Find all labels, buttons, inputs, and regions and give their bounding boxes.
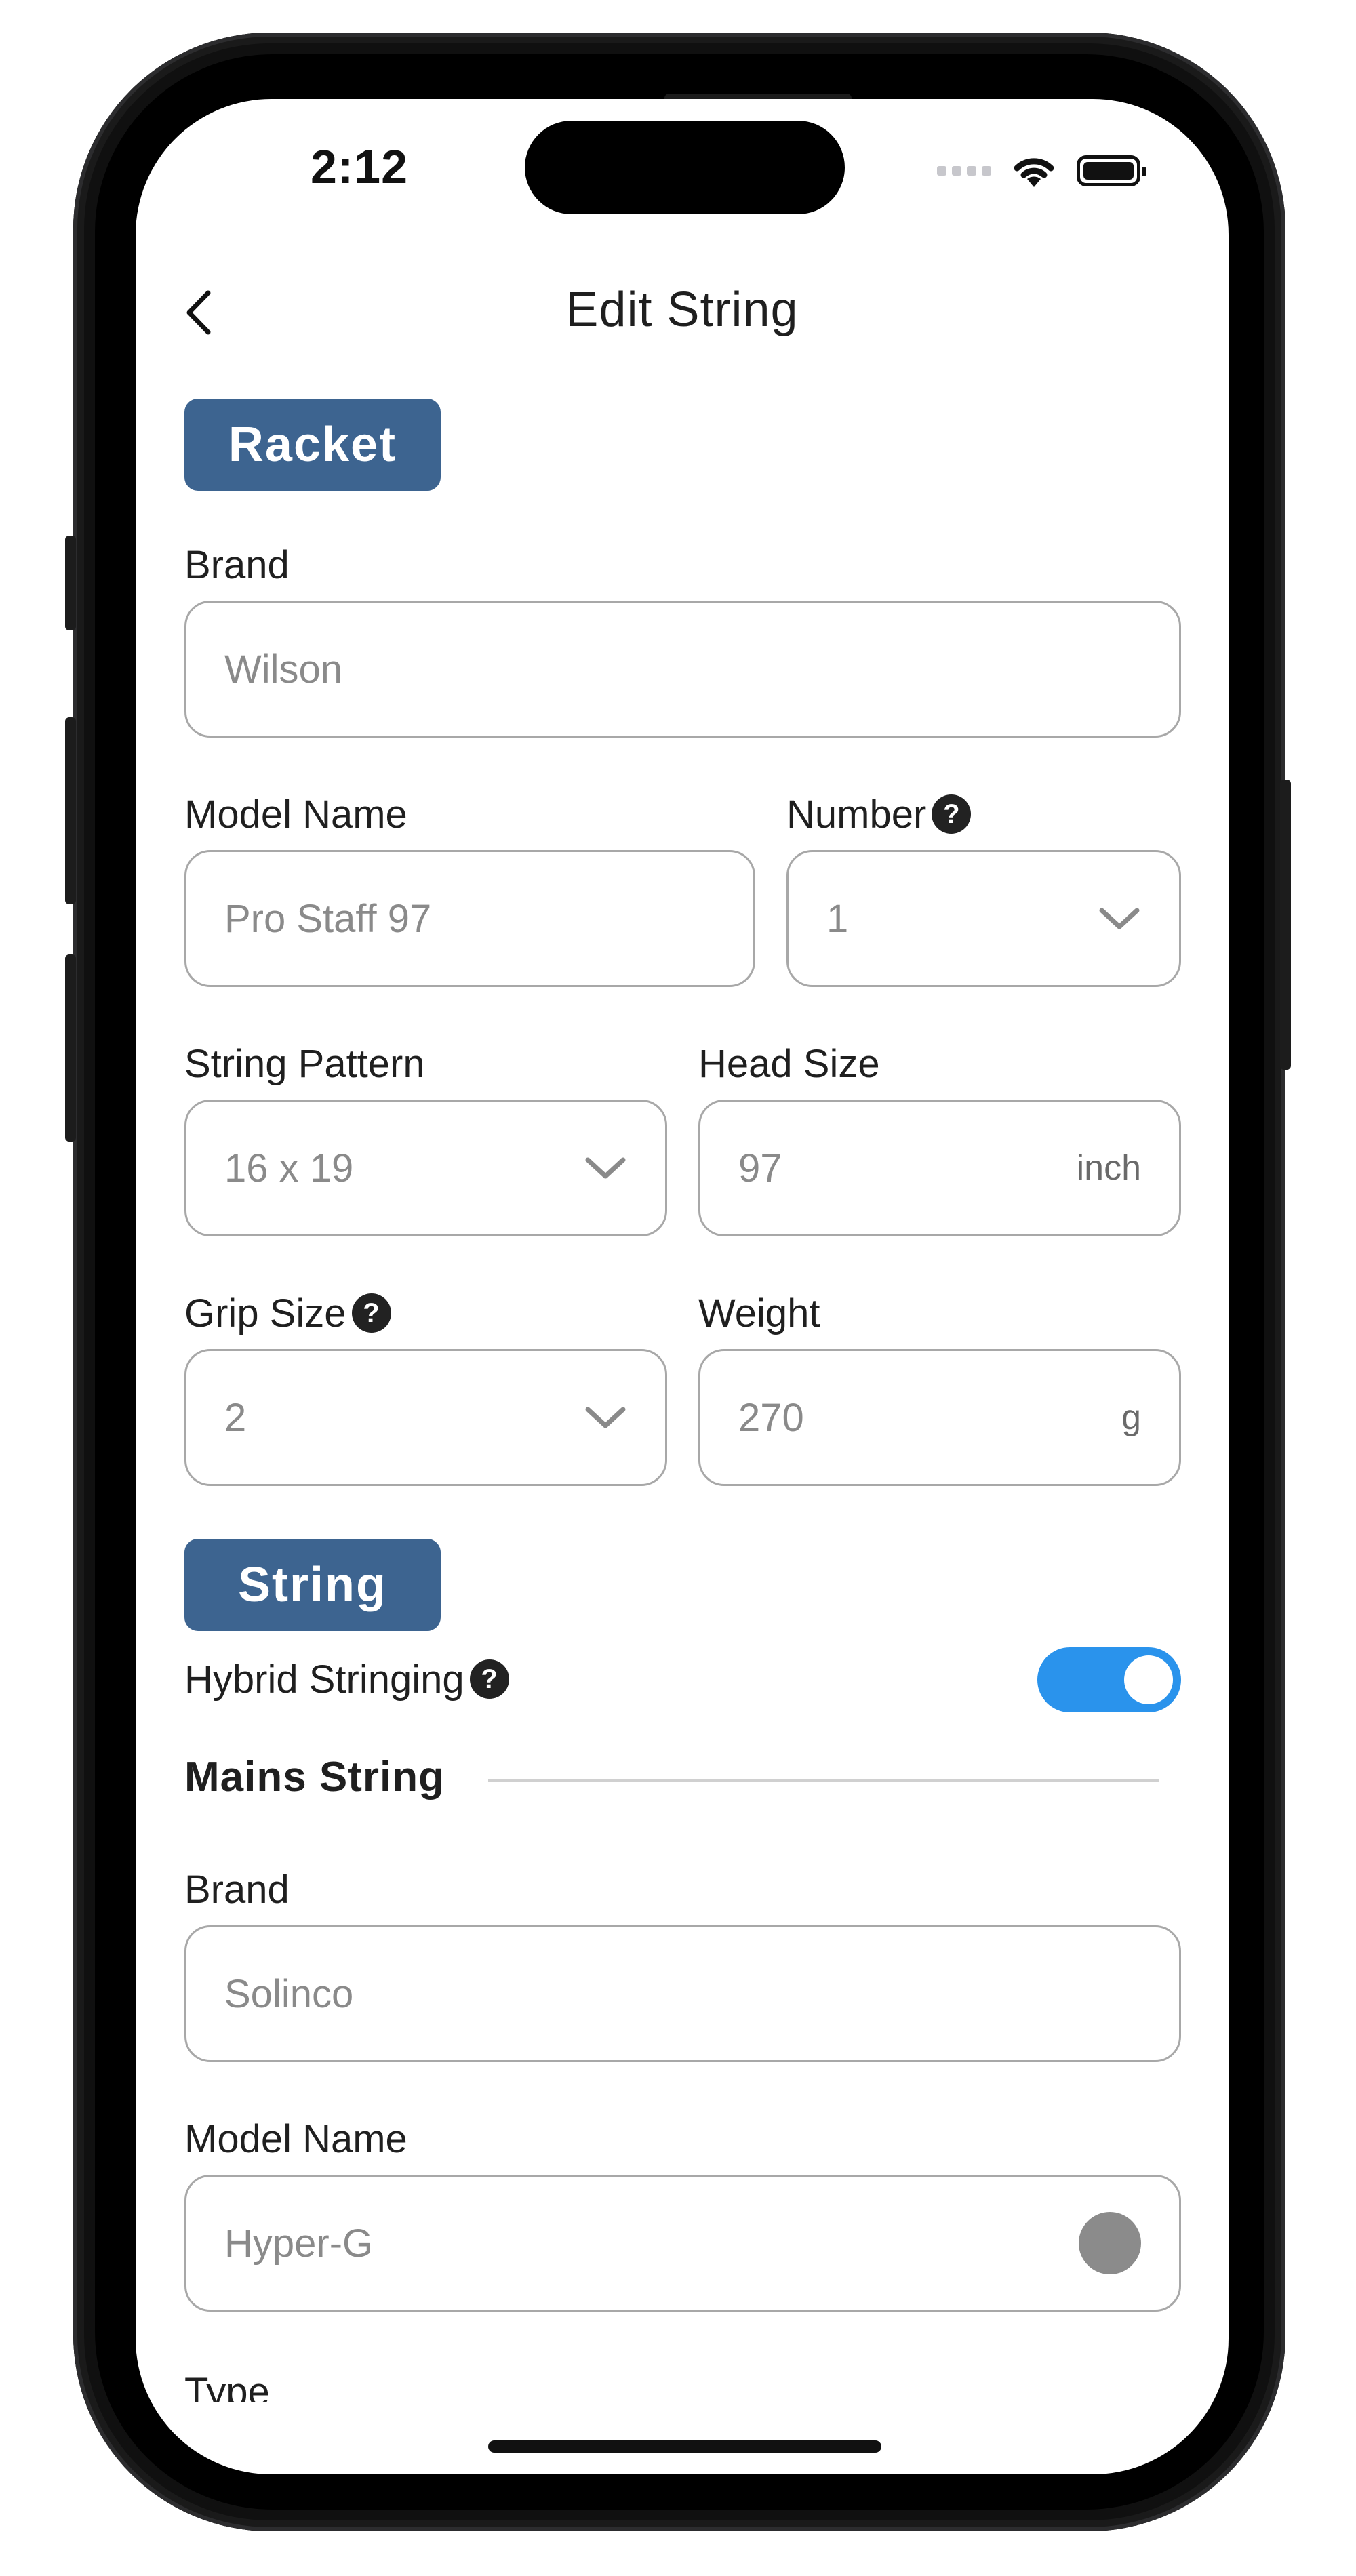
model-name-value: Pro Staff 97 [224,896,432,941]
number-value: 1 [826,896,849,941]
section-divider [488,1779,1159,1782]
grip-size-select[interactable]: 2 [184,1349,667,1486]
head-size-value: 97 [738,1146,782,1190]
number-label-text: Number [786,792,927,837]
mute-switch [65,536,76,630]
cellular-signal-icon [937,166,991,176]
hybrid-stringing-label: Hybrid Stringing ? [184,1654,509,1704]
string-pattern-label-text: String Pattern [184,1041,425,1086]
head-size-label: Head Size [698,1039,880,1089]
weight-value: 270 [738,1395,804,1440]
wifi-icon [1014,158,1054,187]
weight-unit: g [1121,1398,1141,1437]
racket-brand-label-text: Brand [184,542,290,587]
racket-brand-input[interactable]: Wilson [184,601,1181,738]
app-screen: 2:12 Edit String Racket Brand Wilson Mod… [136,99,1229,2474]
head-size-unit: inch [1076,1148,1141,1188]
model-name-input[interactable]: Pro Staff 97 [184,850,755,987]
racket-badge-label: Racket [184,399,441,491]
string-badge-label: String [184,1539,441,1631]
racket-brand-label: Brand [184,540,290,590]
string-pattern-value: 16 x 19 [224,1146,354,1190]
model-name-label: Model Name [184,789,407,839]
home-indicator[interactable] [488,2440,881,2453]
chevron-down-icon [585,1157,626,1179]
question-circle-icon[interactable]: ? [932,794,972,834]
weight-label: Weight [698,1288,820,1338]
head-size-input[interactable]: 97 inch [698,1100,1181,1236]
question-circle-icon[interactable]: ? [351,1293,391,1333]
string-brand-input[interactable]: Solinco [184,1925,1181,2062]
status-time: 2:12 [310,140,409,193]
racket-brand-value: Wilson [224,647,343,691]
string-brand-value: Solinco [224,1971,354,2016]
hybrid-stringing-toggle[interactable] [1037,1647,1181,1712]
string-model-name-input[interactable]: Hyper-G [184,2175,1181,2312]
racket-section-badge: Racket [184,399,441,491]
status-icons [937,152,1146,190]
weight-input[interactable]: 270 g [698,1349,1181,1486]
string-brand-label-text: Brand [184,1867,290,1912]
string-pattern-label: String Pattern [184,1039,425,1089]
power-button [1280,780,1291,1070]
string-model-name-label-text: Model Name [184,2116,407,2161]
loading-indicator-icon [1079,2212,1141,2274]
volume-down-button [65,954,76,1142]
question-circle-icon[interactable]: ? [469,1659,509,1699]
volume-up-button [65,717,76,904]
string-section-badge: String [184,1539,441,1631]
grip-size-label-text: Grip Size [184,1291,346,1335]
model-name-label-text: Model Name [184,792,407,837]
toggle-knob [1124,1655,1173,1704]
hybrid-stringing-label-text: Hybrid Stringing [184,1657,464,1702]
number-select[interactable]: 1 [786,850,1181,987]
battery-icon [1077,155,1146,186]
weight-label-text: Weight [698,1291,820,1335]
grip-size-value: 2 [224,1395,247,1440]
string-brand-label: Brand [184,1864,290,1914]
chevron-down-icon [1099,908,1140,929]
string-pattern-select[interactable]: 16 x 19 [184,1100,667,1236]
string-model-name-label: Model Name [184,2114,407,2164]
page-title: Edit String [565,283,799,337]
mains-string-heading: Mains String [184,1754,445,1800]
dynamic-island [525,121,845,214]
number-label: Number ? [786,789,972,839]
grip-size-label: Grip Size ? [184,1288,391,1338]
chevron-down-icon [585,1407,626,1428]
string-model-name-value: Hyper-G [224,2221,374,2266]
type-label: Type [184,2370,270,2402]
head-size-label-text: Head Size [698,1041,880,1086]
